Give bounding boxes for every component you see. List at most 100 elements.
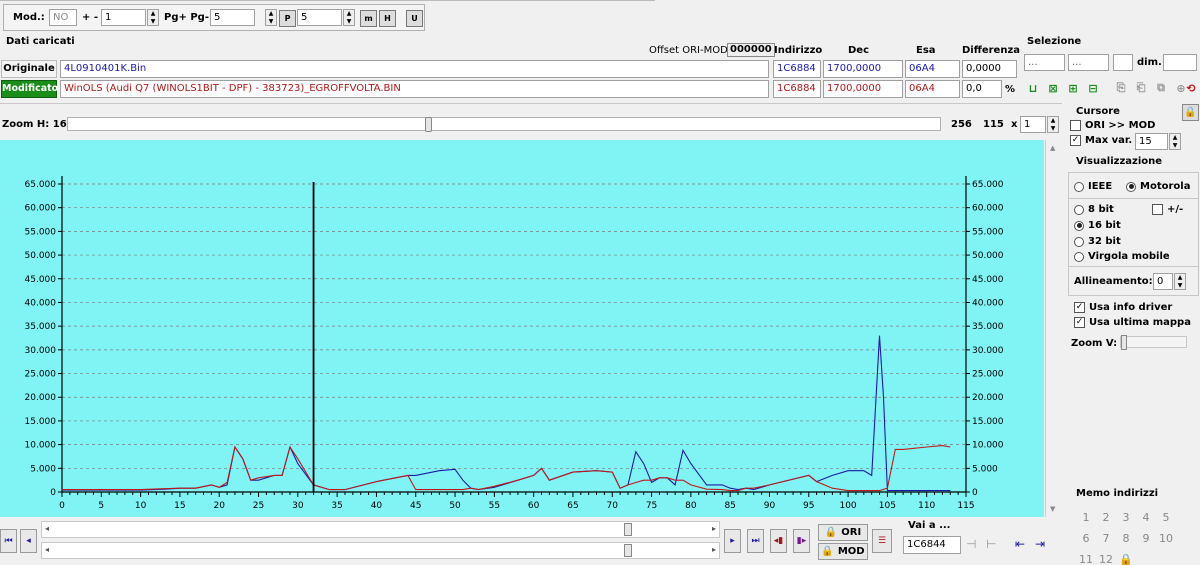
zoom-mult-field[interactable]: 1 [1020, 116, 1046, 133]
original-dec: 1700,0000 [823, 60, 903, 78]
driver-info-option[interactable]: ✓ Usa info driver [1074, 302, 1172, 313]
zoom-v-thumb[interactable] [1121, 335, 1127, 350]
first-page-icon[interactable]: ⏮ [0, 529, 17, 553]
mod-button[interactable]: 🔒 MOD [818, 543, 868, 560]
max-var-field[interactable]: 15 [1135, 133, 1168, 150]
alignment-spinner[interactable]: ▲ ▼ [1174, 273, 1186, 290]
next-diff-icon[interactable]: ▮▸ [793, 529, 810, 553]
zoom-h-slider[interactable] [67, 117, 941, 132]
last-page-icon[interactable]: ⏭ [747, 529, 764, 553]
signed-option[interactable]: +/- [1152, 204, 1183, 215]
ieee-radio[interactable] [1074, 181, 1084, 192]
select-range-icon[interactable]: ⊠ [1045, 80, 1061, 96]
driver-info-checkbox[interactable]: ✓ [1074, 302, 1085, 313]
zoom-v-slider[interactable] [1120, 335, 1187, 350]
memo-item[interactable]: 11 [1076, 550, 1096, 565]
max-var-checkbox[interactable]: ✓ [1070, 135, 1081, 146]
memo-item[interactable]: 5 [1156, 508, 1176, 528]
address-scrollbar-top[interactable]: ◂ ▸ [41, 521, 720, 538]
selection-start-field[interactable]: ... [1024, 54, 1065, 71]
p-spinner[interactable]: ▲ ▼ [343, 9, 355, 26]
step-field[interactable]: 1 [101, 9, 146, 26]
ori-mod-checkbox[interactable] [1070, 120, 1081, 131]
y-tick-label-right: 20.000 [972, 393, 1004, 403]
x-tick-label: 15 [174, 501, 185, 511]
goto-field[interactable]: 1C6844 [903, 536, 961, 554]
scroll-up-icon[interactable]: ▲ [1050, 144, 1055, 152]
dim-field[interactable] [1163, 54, 1197, 71]
memo-item[interactable]: 1 [1076, 508, 1096, 528]
flag-icon[interactable]: ☰ [872, 529, 892, 553]
vertical-scrollbar[interactable]: ▲ ▼ [1045, 140, 1062, 517]
bit8-radio[interactable] [1074, 204, 1084, 215]
ori-mod-toggle[interactable]: ORI >> MOD [1070, 120, 1155, 131]
max-var-toggle[interactable]: ✓ Max var. [1070, 135, 1132, 146]
zoom-mult-spinner[interactable]: ▲ ▼ [1047, 116, 1059, 133]
bit8-option[interactable]: 8 bit [1074, 204, 1114, 215]
top-border [0, 0, 655, 1]
memo-item[interactable]: 9 [1136, 529, 1156, 549]
bit16-radio[interactable] [1074, 220, 1084, 231]
reset-icon[interactable]: ⟲ [1183, 80, 1199, 96]
memo-item[interactable]: 3 [1116, 508, 1136, 528]
memo-item[interactable]: 6 [1076, 529, 1096, 549]
u-icon[interactable]: U [406, 10, 423, 27]
prev-diff-icon[interactable]: ◂▮ [770, 529, 787, 553]
scroll-down-icon[interactable]: ▼ [1050, 505, 1055, 513]
copy-icon[interactable]: ⎘ [1113, 80, 1129, 96]
scroll-thumb-bottom[interactable] [624, 544, 632, 557]
plusminus-label: + - [82, 12, 99, 23]
page-spinner[interactable]: ▲ ▼ [265, 9, 277, 26]
max-var-spinner[interactable]: ▲ ▼ [1169, 133, 1181, 150]
page-field[interactable]: 5 [210, 9, 255, 26]
y-tick-label-right: 0 [972, 488, 978, 498]
prev-page-icon[interactable]: ◂ [20, 529, 37, 553]
memo-lock-icon[interactable]: 🔒 [1116, 550, 1136, 565]
last-map-option[interactable]: ✓ Usa ultima mappa [1074, 317, 1191, 328]
select-end-icon[interactable]: ⊟ [1085, 80, 1101, 96]
selection-end-field[interactable]: ... [1068, 54, 1109, 71]
paste-special-icon[interactable]: ⧉ [1153, 80, 1169, 96]
selection-extra-field[interactable] [1113, 54, 1133, 71]
ieee-option[interactable]: IEEE [1074, 181, 1112, 192]
lock-icon[interactable]: 🔒 [1182, 104, 1199, 121]
zoom-h-thumb[interactable] [425, 117, 432, 132]
select-start-icon[interactable]: ⊔ [1025, 80, 1041, 96]
paste-icon[interactable]: ⎗ [1133, 80, 1149, 96]
bit32-radio[interactable] [1074, 236, 1084, 247]
bit16-option[interactable]: 16 bit [1074, 220, 1121, 231]
next-page-icon[interactable]: ▸ [724, 529, 741, 553]
scroll-thumb-top[interactable] [624, 523, 632, 536]
memo-item[interactable]: 4 [1136, 508, 1156, 528]
last-map-checkbox[interactable]: ✓ [1074, 317, 1085, 328]
bit32-option[interactable]: 32 bit [1074, 236, 1121, 247]
signed-checkbox[interactable] [1152, 204, 1163, 215]
x-tick-label: 55 [489, 501, 500, 511]
memo-item[interactable]: 10 [1156, 529, 1176, 549]
memo-item[interactable]: 8 [1116, 529, 1136, 549]
jump-start-icon[interactable]: ⇤ [1015, 537, 1025, 551]
motorola-option[interactable]: Motorola [1126, 181, 1190, 192]
motorola-radio[interactable] [1126, 181, 1136, 192]
float-radio[interactable] [1074, 251, 1084, 262]
m-icon[interactable]: m [360, 10, 377, 27]
p-icon[interactable]: P [279, 10, 296, 27]
jump-end-icon[interactable]: ⇥ [1035, 537, 1045, 551]
data-loaded-title: Dati caricati [6, 36, 75, 47]
x-tick-label: 20 [213, 501, 225, 511]
select-add-icon[interactable]: ⊞ [1065, 80, 1081, 96]
memo-item[interactable]: 12 [1096, 550, 1116, 565]
goto-right-icon[interactable]: ⊢ [986, 537, 996, 551]
ori-button[interactable]: 🔒 ORI [818, 524, 868, 541]
float-option[interactable]: Virgola mobile [1074, 251, 1170, 262]
step-spinner[interactable]: ▲ ▼ [147, 9, 159, 26]
chart-area[interactable]: 0 0 5.000 5.000 10.000 10.000 15.000 15.000 20.0… [0, 140, 1044, 517]
h-icon[interactable]: H [379, 10, 396, 27]
mod-field[interactable]: NO [49, 9, 77, 26]
p-field[interactable]: 5 [297, 9, 342, 26]
goto-left-icon[interactable]: ⊣ [966, 537, 976, 551]
alignment-field[interactable]: 0 [1153, 273, 1173, 290]
memo-item[interactable]: 2 [1096, 508, 1116, 528]
memo-item[interactable]: 7 [1096, 529, 1116, 549]
address-scrollbar-bottom[interactable]: ◂ ▸ [41, 542, 720, 559]
